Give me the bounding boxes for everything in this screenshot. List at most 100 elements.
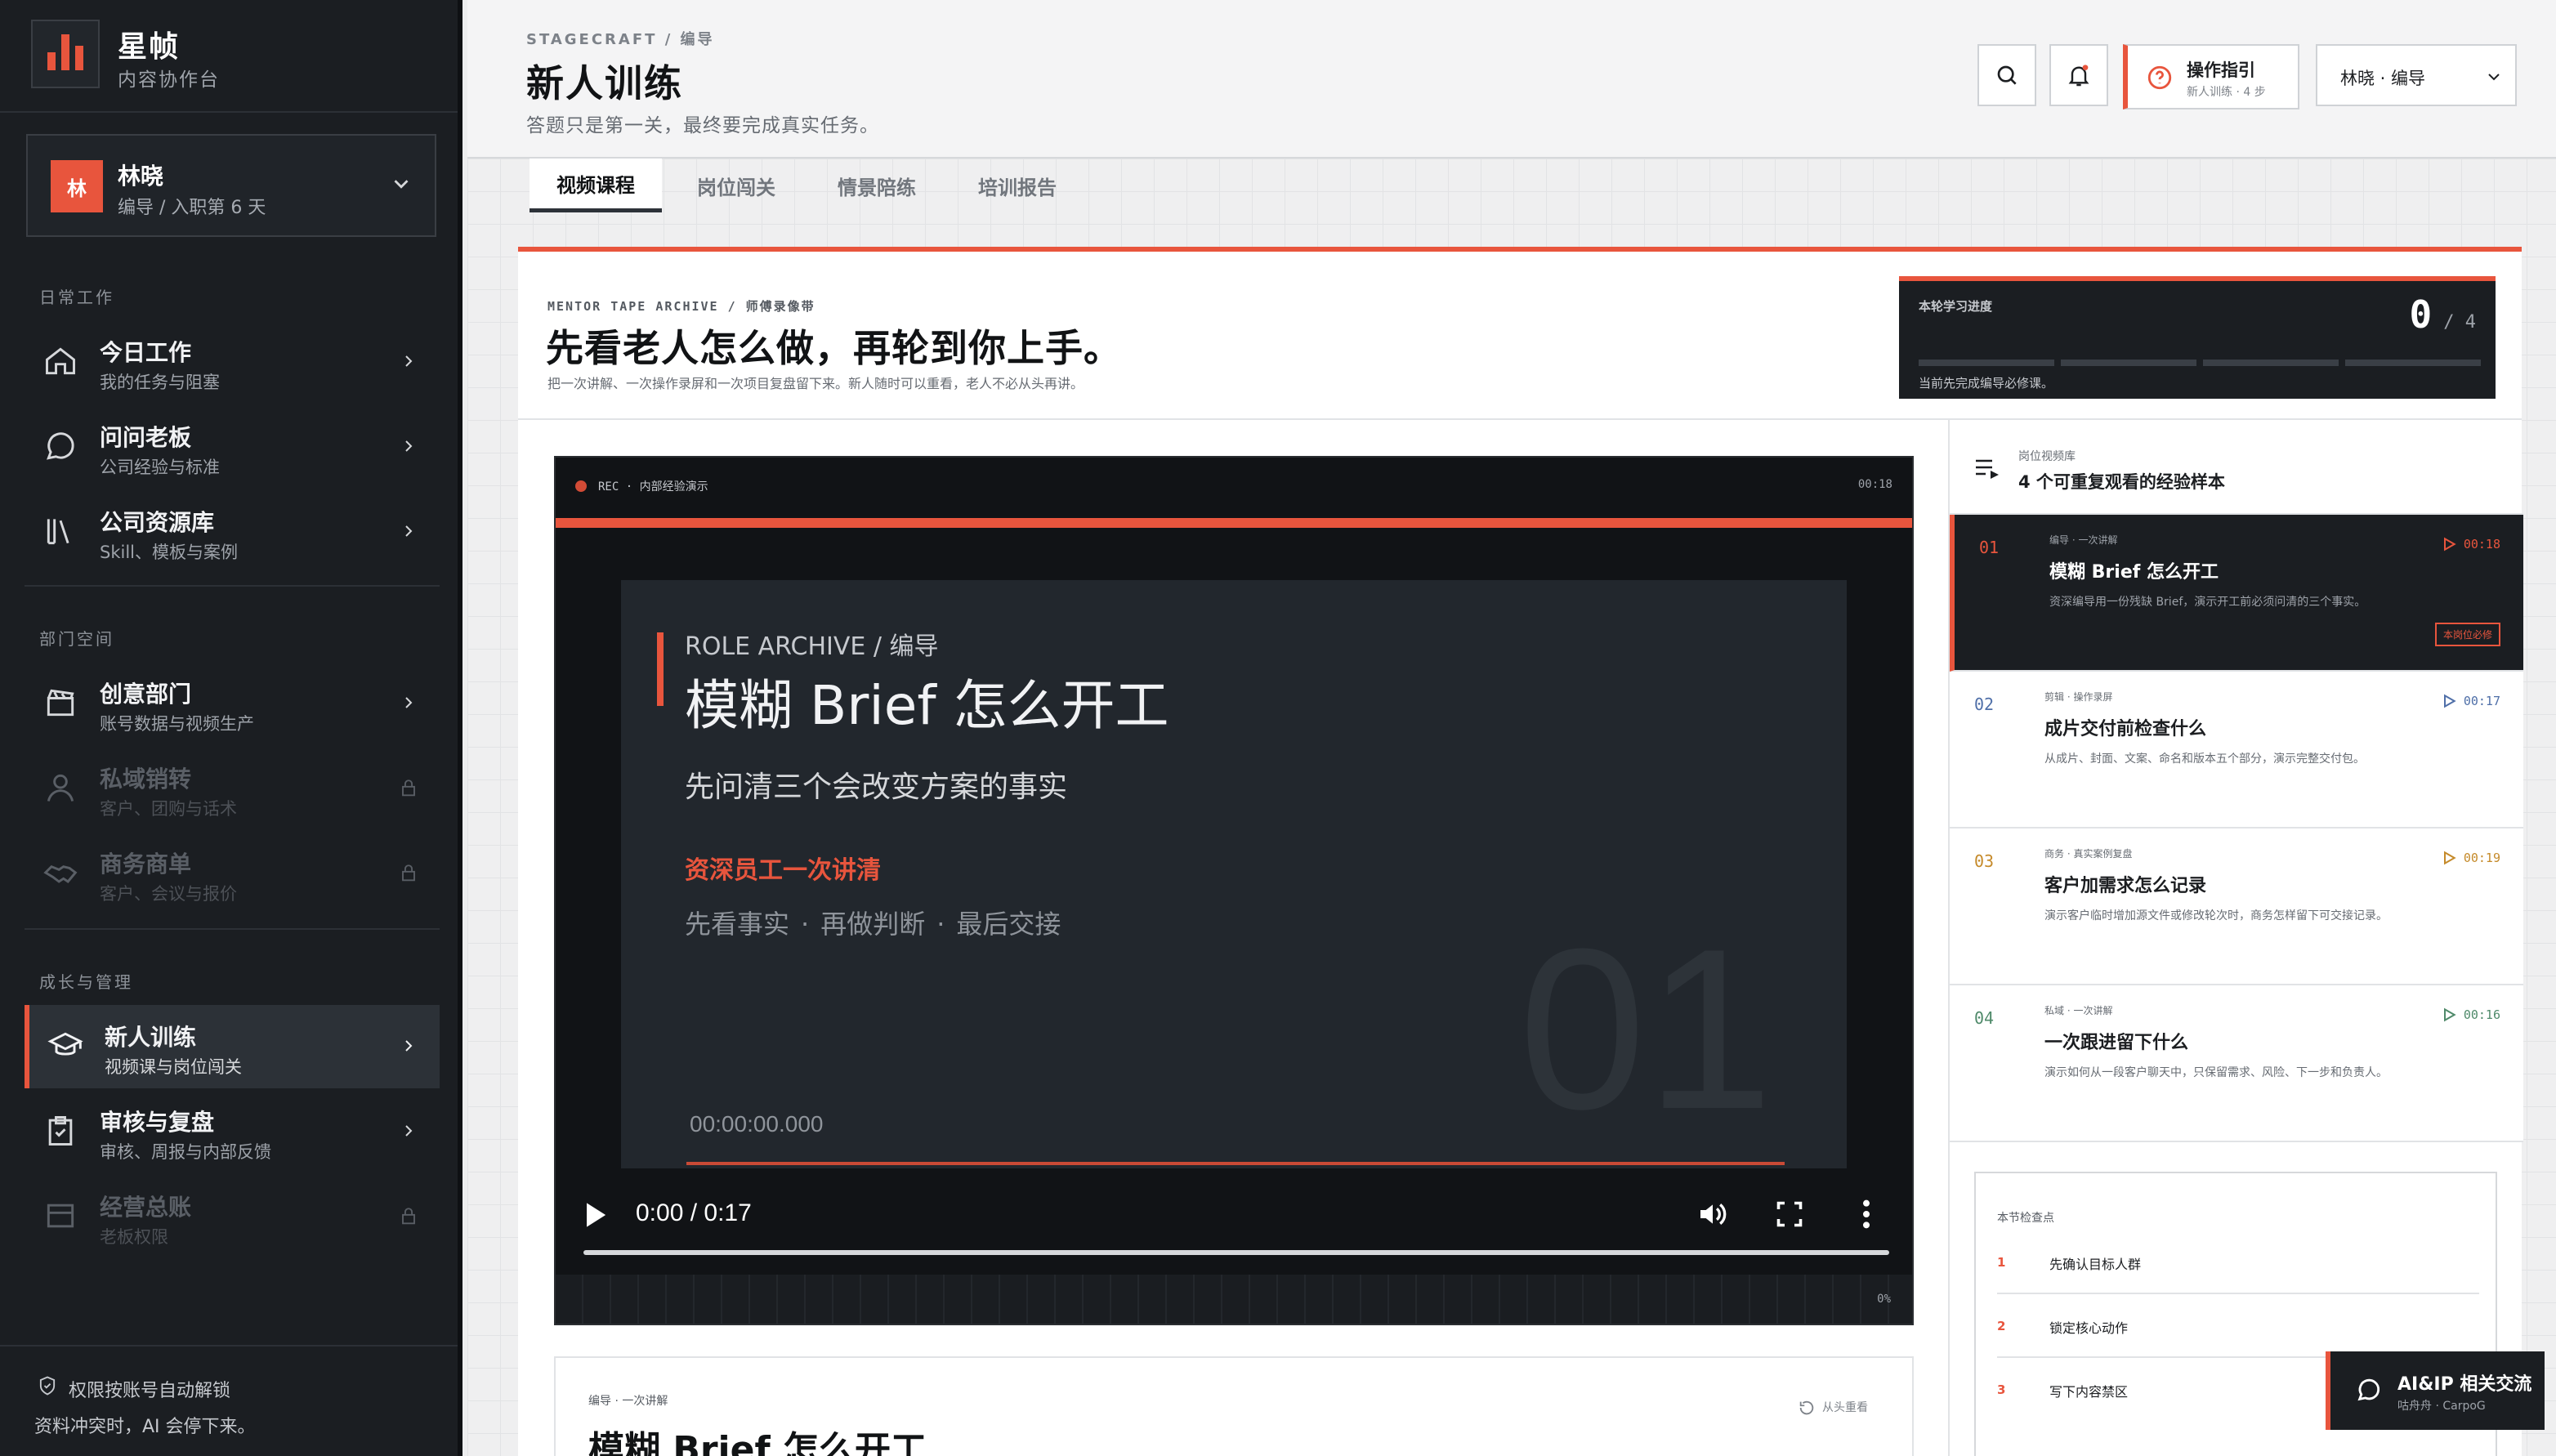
bell-icon: [2068, 65, 2089, 87]
user-switcher[interactable]: 林 林晓 编导 / 入职第 6 天: [26, 134, 436, 237]
page-header: STAGECRAFT / 编导 新人训练 答题只是第一关，最终要完成真实任务。 …: [467, 0, 2556, 159]
clip-duration: 00:16: [2441, 1007, 2500, 1023]
nav-title: 经营总账: [100, 1194, 192, 1221]
divider: [25, 585, 440, 587]
library-header: 岗位视频库 4 个可重复观看的经验样本: [1950, 420, 2523, 515]
video-seek-bar[interactable]: [583, 1250, 1889, 1255]
tab-role-challenge[interactable]: 岗位闯关: [670, 159, 802, 212]
clip-duration: 00:19: [2441, 850, 2500, 866]
clip-item[interactable]: 02 剪辑 · 操作录屏 成片交付前检查什么 从成片、封面、文案、命名和版本五个…: [1950, 672, 2523, 828]
chevron-down-icon: [2488, 74, 2500, 81]
guide-title: 操作指引: [2187, 60, 2255, 80]
chevron-right-icon: [405, 1040, 413, 1052]
nav-title: 问问老板: [100, 424, 192, 451]
divider: [25, 928, 440, 930]
clapperboard-icon: [47, 689, 74, 717]
video-player[interactable]: REC · 内部经验演示 00:18 ROLE ARCHIVE / 编导 模糊 …: [554, 456, 1914, 1325]
progress-total: / 4: [2443, 312, 2476, 333]
sidebar-item-today[interactable]: 今日工作 我的任务与阻塞: [25, 320, 440, 404]
checkpoint-item: 2 锁定核心动作: [1997, 1294, 2479, 1358]
progress-note: 当前先完成编导必修课。: [1919, 376, 2054, 391]
checkpoint-number: 3: [1997, 1382, 2006, 1397]
rec-accent-bar: [556, 518, 1912, 528]
sidebar-item-library[interactable]: 公司资源库 Skill、模板与案例: [25, 490, 440, 574]
user-role-select-value: 林晓 · 编导: [2340, 69, 2426, 88]
sidebar-item-ask-boss[interactable]: 问问老板 公司经验与标准: [25, 405, 440, 489]
sidebar-item-business: 商务商单 客户、会议与报价: [25, 832, 440, 915]
progress-card: 本轮学习进度 0 / 4 当前先完成编导必修课。: [1899, 276, 2496, 399]
slide-progress-line: [686, 1162, 1785, 1165]
chevron-right-icon: [405, 440, 413, 452]
fullscreen-icon[interactable]: [1775, 1199, 1804, 1229]
sidebar-item-training[interactable]: 新人训练 视频课与岗位闯关: [25, 1005, 440, 1088]
filmstrip: 0%: [556, 1275, 1912, 1324]
brand-name: 星帧: [118, 30, 181, 64]
user-name: 林晓: [118, 163, 164, 190]
archive-subtitle: 把一次讲解、一次操作录屏和一次项目复盘留下来。新人随时可以重看，老人不必从头再讲…: [547, 376, 1084, 391]
footer-permission-note: 权限按账号自动解锁: [69, 1381, 231, 1401]
page-subtitle: 答题只是第一关，最终要完成真实任务。: [526, 115, 879, 136]
clip-item[interactable]: 03 商务 · 真实案例复盘 客户加需求怎么记录 演示客户临时增加源文件或修改轮…: [1950, 828, 2523, 985]
search-button[interactable]: [1977, 44, 2036, 106]
video-course-panel: MENTOR TAPE ARCHIVE / 师傅录像带 先看老人怎么做，再轮到你…: [518, 247, 2523, 1456]
archive-header: MENTOR TAPE ARCHIVE / 师傅录像带 先看老人怎么做，再轮到你…: [518, 252, 2522, 420]
progress-label: 本轮学习进度: [1919, 299, 1993, 314]
clip-desc: 从成片、封面、文案、命名和版本五个部分，演示完整交付包。: [2044, 753, 2365, 766]
help-circle-icon: [2147, 65, 2172, 90]
nav-desc: 我的任务与阻塞: [100, 373, 220, 392]
guide-button[interactable]: 操作指引 新人训练 · 4 步: [2123, 44, 2299, 109]
more-vertical-icon[interactable]: [1858, 1198, 1875, 1230]
tab-video-courses[interactable]: 视频课程: [530, 159, 662, 212]
checkpoint-label: 本节检查点: [1997, 1212, 2054, 1225]
rec-indicator-icon: [575, 480, 587, 492]
video-duration-label: 00:18: [1857, 478, 1892, 491]
clipboard-icon: [48, 1116, 73, 1146]
notifications-button[interactable]: [2049, 44, 2108, 106]
clip-tag: 商务 · 真实案例复盘: [2044, 848, 2133, 860]
play-icon[interactable]: [583, 1201, 608, 1229]
archive-label: MENTOR TAPE ARCHIVE / 师傅录像带: [547, 299, 816, 314]
clip-number: 01: [1979, 538, 2000, 557]
nav-desc: 老板权限: [100, 1227, 168, 1247]
clip-item[interactable]: 01 编导 · 一次讲解 模糊 Brief 怎么开工 资深编导用一份残缺 Bri…: [1950, 515, 2523, 672]
library-label: 岗位视频库: [2018, 450, 2076, 463]
playlist-icon: [1976, 459, 1999, 479]
play-outline-icon: [2443, 1007, 2456, 1022]
chat-bubble-icon: [47, 432, 74, 460]
replay-icon: [1799, 1400, 1814, 1415]
checkpoint-item: 1 先确认目标人群: [1997, 1230, 2479, 1294]
checkpoint-number: 1: [1997, 1255, 2006, 1270]
user-role: 编导 / 入职第 6 天: [118, 198, 266, 218]
clip-desc: 演示如何从一段客户聊天中，只保留需求、风险、下一步和负责人。: [2044, 1066, 2388, 1079]
clip-tag: 私域 · 一次讲解: [2044, 1005, 2113, 1016]
video-detail-title: 模糊 Brief 怎么开工: [588, 1429, 927, 1456]
nav-title: 审核与复盘: [100, 1109, 215, 1136]
filmstrip-percent: 0%: [1877, 1293, 1891, 1306]
clip-title: 模糊 Brief 怎么开工: [2049, 562, 2219, 583]
clip-desc: 演示客户临时增加源文件或修改轮次时，商务怎样留下可交接记录。: [2044, 909, 2388, 922]
brand[interactable]: 星帧 内容协作台: [31, 20, 431, 105]
user-role-select[interactable]: 林晓 · 编导: [2316, 44, 2517, 106]
play-outline-icon: [2443, 537, 2456, 552]
rec-label: REC · 内部经验演示: [598, 480, 708, 494]
clip-number: 02: [1974, 695, 1995, 714]
nav-desc: 客户、团购与话术: [100, 799, 237, 819]
replay-button[interactable]: 从头重看: [1798, 1399, 1868, 1417]
sidebar-item-review[interactable]: 审核与复盘 审核、周报与内部反馈: [25, 1090, 440, 1173]
nav-desc: 客户、会议与报价: [100, 884, 237, 904]
clip-item[interactable]: 04 私域 · 一次讲解 一次跟进留下什么 演示如何从一段客户聊天中，只保留需求…: [1950, 985, 2523, 1142]
slide-highlight: 资深员工一次讲清: [685, 856, 881, 885]
home-icon: [46, 347, 75, 375]
clip-desc: 资深编导用一份残缺 Brief，演示开工前必须问清的三个事实。: [2049, 596, 2366, 609]
progress-count: 0 / 4: [2410, 293, 2476, 337]
rec-bar: REC · 内部经验演示 00:18: [556, 458, 1912, 516]
nav-title: 商务商单: [100, 851, 192, 878]
sidebar-item-creative[interactable]: 创意部门 账号数据与视频生产: [25, 662, 440, 745]
graduation-cap-icon: [47, 1032, 83, 1056]
lock-icon: [402, 779, 415, 797]
nav-title: 新人训练: [105, 1024, 197, 1051]
ai-chat-button[interactable]: AI&IP 相关交流 咕舟舟 · CarpoG: [2326, 1351, 2545, 1430]
volume-icon[interactable]: [1696, 1198, 1729, 1230]
tab-training-report[interactable]: 培训报告: [951, 159, 1084, 212]
tab-scenario-practice[interactable]: 情景陪练: [811, 159, 943, 212]
